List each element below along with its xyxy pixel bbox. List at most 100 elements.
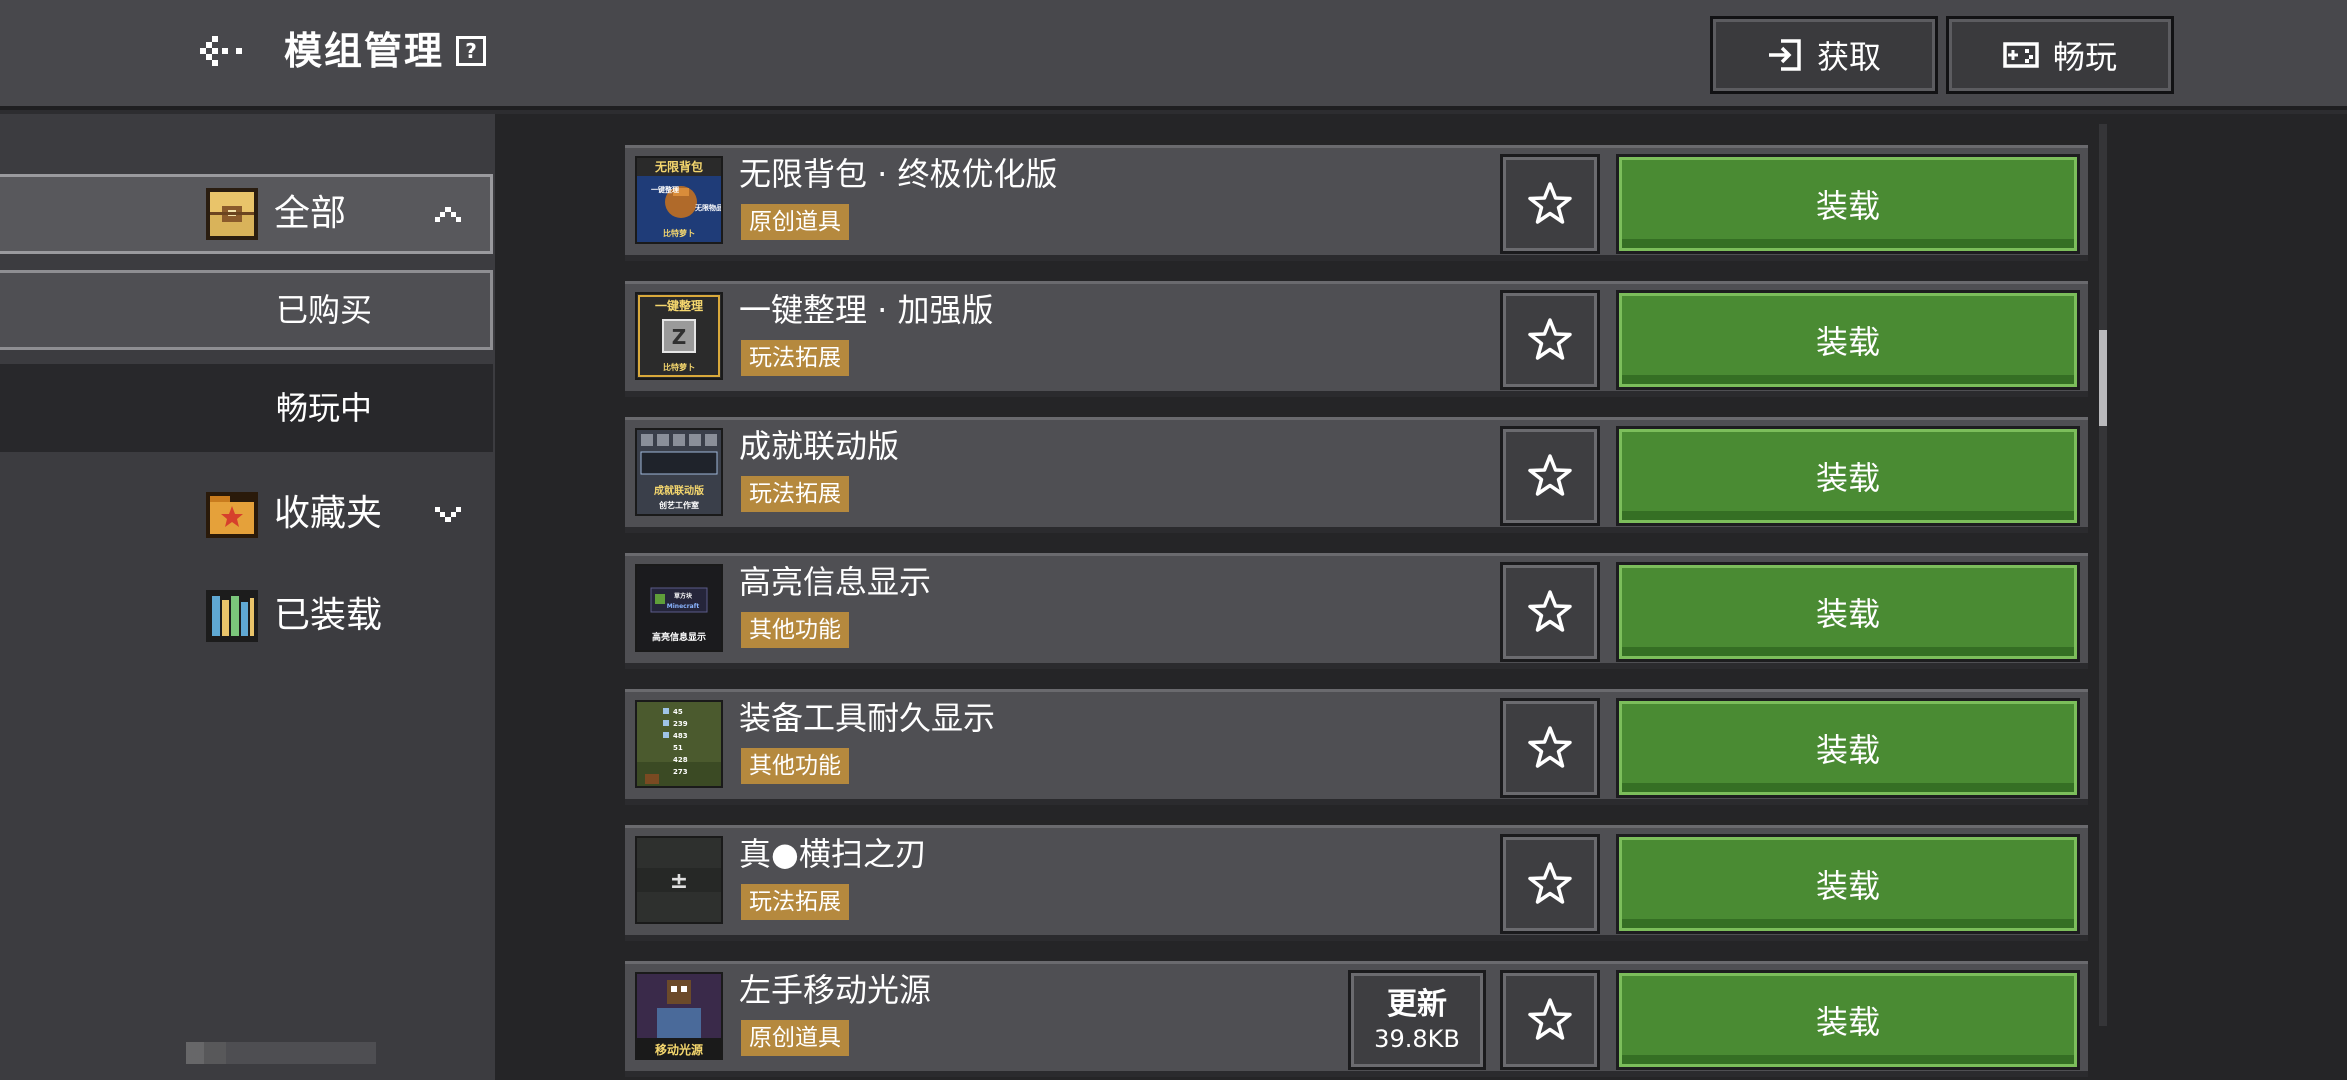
thumb-text: 51 <box>673 744 683 752</box>
star-outline-icon <box>1528 454 1572 496</box>
mod-tag: 玩法拓展 <box>741 884 849 920</box>
sidebar-subitem-playing[interactable]: 畅玩中 <box>0 364 493 452</box>
favorite-button[interactable] <box>1500 698 1600 798</box>
play-button-label: 畅玩 <box>2052 38 2117 76</box>
blurred-text <box>186 1042 376 1064</box>
favorite-button[interactable] <box>1500 834 1600 934</box>
thumb-text: 比特萝卜 <box>663 362 695 372</box>
sidebar-item-label: 全部 <box>274 193 347 234</box>
mod-title: 无限背包 · 终极优化版 <box>739 155 1058 193</box>
sidebar-item-all[interactable]: 全部 <box>0 174 493 254</box>
mod-row: 成就联动版 创艺工作室 成就联动版 玩法拓展 装载 <box>625 417 2088 533</box>
thumb-text: Z <box>672 325 687 349</box>
star-outline-icon <box>1528 318 1572 360</box>
chevron-down-icon <box>435 507 461 522</box>
mod-tag: 玩法拓展 <box>741 476 849 512</box>
mod-title: 一键整理 · 加强版 <box>739 291 994 329</box>
sidebar-subitem-bought[interactable]: 已购买 <box>0 270 493 350</box>
get-button-label: 获取 <box>1816 38 1881 76</box>
mod-title: 左手移动光源 <box>739 971 932 1009</box>
thumb-text: 无限背包 <box>654 159 703 174</box>
load-button[interactable]: 装载 <box>1616 562 2080 662</box>
top-bar: 模组管理 ? 获取 畅玩 <box>0 0 2347 110</box>
thumb-text: 239 <box>673 720 688 728</box>
mod-thumbnail: 无限背包 一键整理 无限物品 比特萝卜 <box>635 156 723 244</box>
help-icon[interactable]: ? <box>456 36 486 66</box>
back-arrow-icon[interactable] <box>196 28 250 74</box>
mod-tag: 其他功能 <box>741 748 849 784</box>
sidebar-item-label: 已装载 <box>274 595 383 636</box>
mod-thumbnail: 成就联动版 创艺工作室 <box>635 428 723 516</box>
thumb-text: 273 <box>673 768 688 776</box>
star-outline-icon <box>1528 998 1572 1040</box>
mod-row: ± 真●横扫之刃 玩法拓展 装载 <box>625 825 2088 941</box>
get-button[interactable]: 获取 <box>1710 16 1938 94</box>
mod-title: 高亮信息显示 <box>739 563 932 601</box>
load-button[interactable]: 装载 <box>1616 154 2080 254</box>
thumb-text: 比特萝卜 <box>663 228 695 238</box>
favorite-button[interactable] <box>1500 970 1600 1070</box>
thumb-text: 428 <box>673 756 688 764</box>
thumb-text: 移动光源 <box>655 1042 703 1057</box>
thumb-text: 一键整理 <box>651 185 679 194</box>
mod-tag: 玩法拓展 <box>741 340 849 376</box>
play-button[interactable]: 畅玩 <box>1946 16 2174 94</box>
mod-row: 草方块 Minecraft 高亮信息显示 高亮信息显示 其他功能 装载 <box>625 553 2088 669</box>
favorite-button[interactable] <box>1500 562 1600 662</box>
sidebar: 全部 已购买 畅玩中 收藏夹 已装载 <box>0 114 495 1080</box>
mod-tag: 其他功能 <box>741 612 849 648</box>
load-button[interactable]: 装载 <box>1616 970 2080 1070</box>
load-button[interactable]: 装载 <box>1616 698 2080 798</box>
page-title: 模组管理 <box>284 29 445 73</box>
thumb-text: 483 <box>673 732 688 740</box>
update-button[interactable]: 更新 39.8KB <box>1348 970 1486 1070</box>
star-outline-icon <box>1528 862 1572 904</box>
sidebar-item-loaded[interactable]: 已装载 <box>0 576 493 656</box>
scrollbar-track[interactable] <box>2099 124 2107 1026</box>
mod-thumbnail: 一键整理 Z 比特萝卜 <box>635 292 723 380</box>
load-button[interactable]: 装载 <box>1616 834 2080 934</box>
mod-thumbnail: ± <box>635 836 723 924</box>
sidebar-item-label: 收藏夹 <box>274 493 383 534</box>
favorite-button[interactable] <box>1500 154 1600 254</box>
load-button[interactable]: 装载 <box>1616 426 2080 526</box>
sidebar-subitem-label: 畅玩中 <box>276 389 373 427</box>
mod-row: 无限背包 一键整理 无限物品 比特萝卜 无限背包 · 终极优化版 原创道具 装载 <box>625 145 2088 261</box>
mod-title: 成就联动版 <box>739 427 900 465</box>
mod-thumbnail: 草方块 Minecraft 高亮信息显示 <box>635 564 723 652</box>
star-outline-icon <box>1528 726 1572 768</box>
favorite-button[interactable] <box>1500 426 1600 526</box>
folder-star-icon <box>206 492 258 538</box>
sidebar-subitem-label: 已购买 <box>276 291 373 329</box>
thumb-text: 45 <box>673 708 683 716</box>
mod-tag: 原创道具 <box>741 204 849 240</box>
chest-icon <box>206 188 258 240</box>
bookshelf-icon <box>206 590 258 642</box>
mod-row: 45 239 483 51 428 273 装备工具耐久显示 其他功能 装载 <box>625 689 2088 805</box>
thumb-text: 草方块 <box>674 592 693 600</box>
mod-title: 装备工具耐久显示 <box>739 699 996 737</box>
thumb-text: 无限物品 <box>694 203 721 212</box>
mod-row: 一键整理 Z 比特萝卜 一键整理 · 加强版 玩法拓展 装载 <box>625 281 2088 397</box>
mod-row: 移动光源 左手移动光源 原创道具 更新 39.8KB 装载 <box>625 961 2088 1077</box>
update-label: 更新 <box>1387 987 1447 1022</box>
gamepad-icon <box>2003 42 2039 68</box>
import-icon <box>1768 39 1801 71</box>
thumb-text: 创艺工作室 <box>658 500 699 510</box>
load-button[interactable]: 装载 <box>1616 290 2080 390</box>
update-size: 39.8KB <box>1374 1025 1460 1053</box>
mod-tag: 原创道具 <box>741 1020 849 1056</box>
sidebar-item-favorites[interactable]: 收藏夹 <box>0 474 493 554</box>
thumb-text: 高亮信息显示 <box>652 631 706 643</box>
thumb-text: Minecraft <box>667 603 700 610</box>
mod-thumbnail: 45 239 483 51 428 273 <box>635 700 723 788</box>
chevron-up-icon <box>435 207 461 222</box>
favorite-button[interactable] <box>1500 290 1600 390</box>
mod-title: 真●横扫之刃 <box>739 835 927 873</box>
thumb-text: ± <box>670 869 688 894</box>
thumb-text: 一键整理 <box>655 298 703 313</box>
mod-thumbnail: 移动光源 <box>635 972 723 1060</box>
star-outline-icon <box>1528 182 1572 224</box>
thumb-text: 成就联动版 <box>654 484 704 497</box>
scrollbar-thumb[interactable] <box>2099 330 2107 426</box>
